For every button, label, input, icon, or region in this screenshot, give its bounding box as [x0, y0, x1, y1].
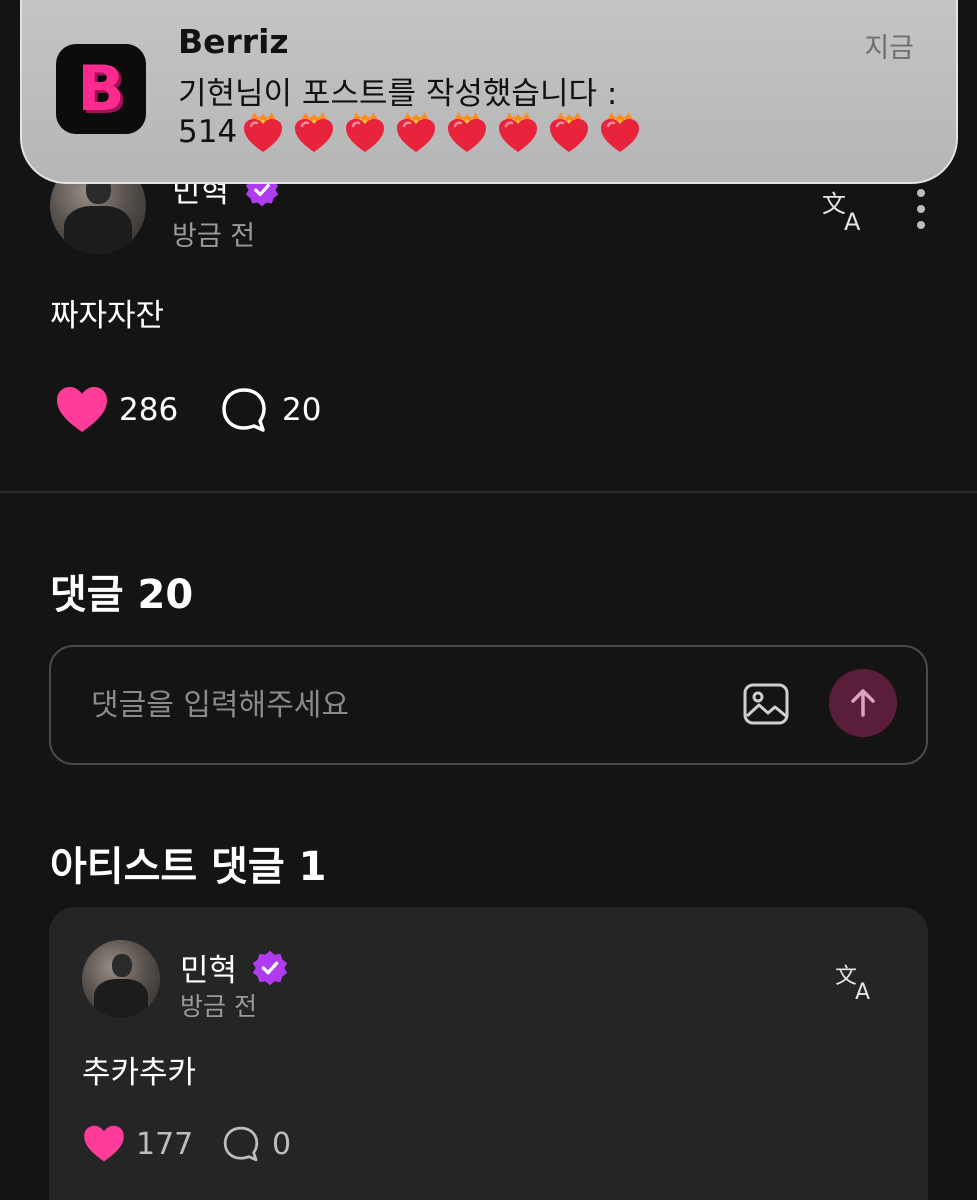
push-notification-banner[interactable]: B Berriz 지금 기현님이 포스트를 작성했습니다 : 514 — [20, 0, 958, 184]
notification-message: 기현님이 포스트를 작성했습니다 : — [178, 76, 618, 112]
post-comment-count: 20 — [282, 392, 322, 428]
heart-on-fire-icon — [295, 112, 334, 152]
heart-on-fire-icon — [499, 112, 538, 152]
heart-on-fire-emoji-row — [241, 110, 649, 154]
comments-section-title: 댓글 20 — [50, 572, 194, 618]
notification-number: 514 — [178, 114, 238, 150]
svg-text:文: 文 — [822, 190, 846, 218]
svg-text:A: A — [844, 208, 861, 232]
arrow-up-icon — [851, 689, 875, 717]
more-options-icon[interactable] — [914, 188, 928, 230]
artist-comment-card: 민혁 방금 전 文 A 추카추카 177 0 — [49, 907, 928, 1200]
image-attach-icon[interactable] — [743, 683, 789, 725]
heart-icon — [57, 387, 107, 432]
comment-input-box[interactable] — [49, 645, 928, 765]
berriz-app-icon: B — [56, 44, 146, 134]
notification-time: 지금 — [864, 33, 914, 64]
heart-on-fire-icon — [346, 112, 385, 152]
svg-text:A: A — [855, 980, 870, 1001]
comment-reply-button[interactable]: 0 — [222, 1125, 291, 1163]
post-like-button[interactable]: 286 — [55, 386, 178, 434]
heart-on-fire-icon — [601, 112, 640, 152]
post-timestamp: 방금 전 — [172, 221, 256, 252]
translate-icon[interactable]: 文 A — [822, 188, 868, 232]
notification-message-line2: 514 — [178, 110, 649, 154]
verified-badge-icon — [252, 950, 288, 986]
post-body-text: 짜자자잔 — [50, 298, 165, 334]
section-divider — [0, 491, 977, 493]
send-comment-button[interactable] — [829, 669, 897, 737]
comment-input[interactable] — [91, 683, 711, 727]
heart-on-fire-icon — [448, 112, 487, 152]
comment-bubble-icon — [223, 1126, 259, 1162]
comment-reply-count: 0 — [272, 1126, 292, 1162]
comment-bubble-icon — [222, 388, 266, 432]
heart-on-fire-icon — [244, 112, 283, 152]
artist-comments-title: 아티스트 댓글 1 — [50, 844, 327, 890]
comment-author-avatar[interactable] — [82, 940, 160, 1018]
app-icon-letter: B — [77, 52, 125, 125]
comment-like-count: 177 — [136, 1126, 194, 1162]
translate-icon[interactable]: 文 A — [835, 961, 877, 1001]
comment-body-text: 추카추카 — [82, 1055, 197, 1091]
heart-on-fire-icon — [550, 112, 589, 152]
comment-like-button[interactable]: 177 — [82, 1125, 193, 1163]
comment-timestamp: 방금 전 — [180, 992, 257, 1021]
post-like-count: 286 — [119, 392, 179, 428]
svg-text:文: 文 — [835, 964, 857, 989]
notification-app-name: Berriz — [178, 22, 289, 61]
post-detail-screen: 민혁 방금 전 文 A 짜자자잔 286 20 댓글 20 댓글을 입력해주세요… — [0, 0, 977, 1200]
comment-author-name[interactable]: 민혁 — [180, 945, 237, 990]
heart-on-fire-icon — [397, 112, 436, 152]
post-comment-button[interactable]: 20 — [220, 386, 321, 434]
heart-icon — [84, 1125, 124, 1162]
